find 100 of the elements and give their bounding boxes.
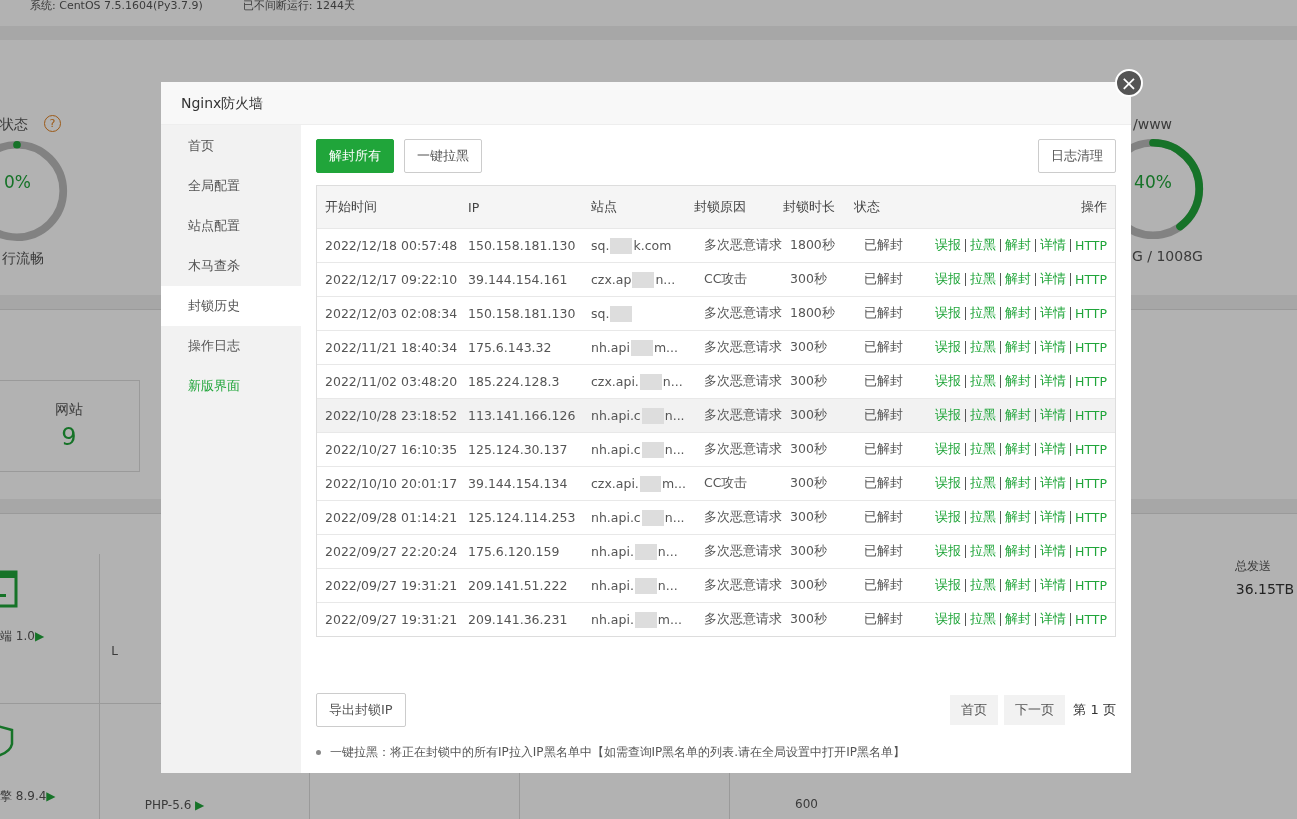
table-cell-text: CC攻击 — [703, 271, 749, 288]
site-text: czx.api. — [591, 476, 639, 491]
action-link[interactable]: 拉黑 — [970, 305, 996, 322]
table-cell-text: 已解封 — [863, 475, 904, 492]
action-link[interactable]: 拉黑 — [970, 509, 996, 526]
table-cell-text: 300秒 — [789, 441, 828, 458]
action-link[interactable]: 拉黑 — [970, 475, 996, 492]
action-link[interactable]: HTTP — [1075, 510, 1107, 525]
sidebar-item[interactable]: 封锁历史 — [161, 286, 301, 326]
clear-log-button[interactable]: 日志清理 — [1038, 139, 1116, 173]
table-cell-text: 2022/09/28 01:14:21 — [324, 510, 459, 525]
action-link[interactable]: HTTP — [1075, 578, 1107, 593]
action-link[interactable]: 解封 — [1005, 305, 1031, 322]
action-link[interactable]: 误报 — [935, 475, 961, 492]
action-link[interactable]: HTTP — [1075, 544, 1107, 559]
table-row[interactable]: 2022/09/28 01:14:21 125.124.114.253 nh.api.c n... 多次恶意请求 300秒 已解封 误报 拉黑 解封 详情 HTTP — [317, 500, 1115, 534]
table-cell-text: 300秒 — [789, 577, 828, 594]
action-link[interactable]: 拉黑 — [970, 543, 996, 560]
table-row[interactable]: 2022/10/10 20:01:17 39.144.154.134 czx.api. m... CC攻击 300秒 已解封 误报 拉黑 解封 详情 HTTP — [317, 466, 1115, 500]
table-row[interactable]: 2022/10/27 16:10:35 125.124.30.137 nh.api.c n... 多次恶意请求 300秒 已解封 误报 拉黑 解封 详情 HTTP — [317, 432, 1115, 466]
export-button[interactable]: 导出封锁IP — [316, 693, 406, 727]
action-link[interactable]: 拉黑 — [970, 271, 996, 288]
next-page-button[interactable]: 下一页 — [1004, 695, 1066, 725]
action-link[interactable]: 误报 — [935, 543, 961, 560]
table-row[interactable]: 2022/12/03 02:08:34 150.158.181.130 sq. 多次恶意请求 1800秒 已解封 误报 拉黑 解封 详情 HTTP — [317, 296, 1115, 330]
action-link[interactable]: 解封 — [1005, 339, 1031, 356]
sidebar-item[interactable]: 全局配置 — [161, 166, 301, 206]
action-link[interactable]: 详情 — [1040, 407, 1066, 424]
action-link[interactable]: 拉黑 — [970, 611, 996, 628]
action-link[interactable]: 解封 — [1005, 475, 1031, 492]
action-link[interactable]: 解封 — [1005, 509, 1031, 526]
sidebar-item[interactable]: 首页 — [161, 126, 301, 166]
action-link[interactable]: 详情 — [1040, 237, 1066, 254]
action-link[interactable]: 详情 — [1040, 441, 1066, 458]
table-row[interactable]: 2022/12/17 09:22:10 39.144.154.161 czx.ap n... CC攻击 300秒 已解封 误报 拉黑 解封 详情 HTTP — [317, 262, 1115, 296]
action-link[interactable]: HTTP — [1075, 612, 1107, 627]
action-link[interactable]: 拉黑 — [970, 237, 996, 254]
action-link[interactable]: 误报 — [935, 407, 961, 424]
action-link[interactable]: 误报 — [935, 271, 961, 288]
action-link[interactable]: 误报 — [935, 509, 961, 526]
note-text: 一键拉黑：将正在封锁中的所有IP拉入IP黑名单中【如需查询IP黑名单的列表.请在全局设置中打开IP黑名单】 — [330, 744, 905, 761]
action-link[interactable]: 解封 — [1005, 441, 1031, 458]
table-row[interactable]: 2022/11/21 18:40:34 175.6.143.32 nh.api m... 多次恶意请求 300秒 已解封 误报 拉黑 解封 详情 HTTP — [317, 330, 1115, 364]
action-link[interactable]: HTTP — [1075, 442, 1107, 457]
action-link[interactable]: 解封 — [1005, 373, 1031, 390]
action-link[interactable]: 拉黑 — [970, 339, 996, 356]
first-page-button[interactable]: 首页 — [950, 695, 999, 725]
action-link[interactable]: HTTP — [1075, 374, 1107, 389]
action-link[interactable]: 误报 — [935, 611, 961, 628]
action-link[interactable]: HTTP — [1075, 306, 1107, 321]
action-link[interactable]: 解封 — [1005, 237, 1031, 254]
action-link[interactable]: HTTP — [1075, 238, 1107, 253]
table-cell-text: 已解封 — [863, 509, 904, 526]
action-link[interactable]: 误报 — [935, 237, 961, 254]
sidebar-item[interactable]: 木马查杀 — [161, 246, 301, 286]
action-link[interactable]: 详情 — [1040, 577, 1066, 594]
table-row[interactable]: 2022/10/28 23:18:52 113.141.166.126 nh.api.c n... 多次恶意请求 300秒 已解封 误报 拉黑 解封 详情 HTTP — [317, 398, 1115, 432]
action-link[interactable]: 详情 — [1040, 339, 1066, 356]
action-link[interactable]: 误报 — [935, 577, 961, 594]
action-link[interactable]: 拉黑 — [970, 407, 996, 424]
action-link[interactable]: 详情 — [1040, 475, 1066, 492]
action-link[interactable]: 误报 — [935, 339, 961, 356]
action-link[interactable]: 解封 — [1005, 543, 1031, 560]
sidebar-item[interactable]: 站点配置 — [161, 206, 301, 246]
action-link[interactable]: 误报 — [935, 305, 961, 322]
action-link[interactable]: 误报 — [935, 441, 961, 458]
table-row[interactable]: 2022/09/27 22:20:24 175.6.120.159 nh.api. n... 多次恶意请求 300秒 已解封 误报 拉黑 解封 详情 HTTP — [317, 534, 1115, 568]
software-name[interactable]: L — [111, 644, 118, 658]
action-link[interactable]: HTTP — [1075, 408, 1107, 423]
gauge-label: /www — [1133, 116, 1173, 132]
action-link[interactable]: 拉黑 — [970, 441, 996, 458]
software-name[interactable]: 擎 8.9.4▶ — [0, 788, 56, 805]
table-row[interactable]: 2022/09/27 19:31:21 209.141.51.222 nh.api. n... 多次恶意请求 300秒 已解封 误报 拉黑 解封 详情 HTTP — [317, 568, 1115, 602]
table-row[interactable]: 2022/12/18 00:57:48 150.158.181.130 sq. k.com 多次恶意请求 1800秒 已解封 误报 拉黑 解封 详情 HTTP — [317, 228, 1115, 262]
action-link[interactable]: 解封 — [1005, 407, 1031, 424]
action-link[interactable]: 详情 — [1040, 305, 1066, 322]
unblock-all-button[interactable]: 解封所有 — [316, 139, 394, 173]
action-link[interactable]: HTTP — [1075, 272, 1107, 287]
action-link[interactable]: 详情 — [1040, 373, 1066, 390]
action-link[interactable]: HTTP — [1075, 476, 1107, 491]
action-link[interactable]: 详情 — [1040, 509, 1066, 526]
action-link[interactable]: 解封 — [1005, 611, 1031, 628]
software-name[interactable]: PHP-5.6 ▶ — [144, 798, 205, 812]
table-row[interactable]: 2022/09/27 19:31:21 209.141.36.231 nh.api. m... 多次恶意请求 300秒 已解封 误报 拉黑 解封 详情 HTTP — [317, 602, 1115, 636]
action-link[interactable]: 误报 — [935, 373, 961, 390]
software-name[interactable]: 端 1.0▶ — [0, 628, 45, 645]
action-link[interactable]: 详情 — [1040, 543, 1066, 560]
action-link[interactable]: HTTP — [1075, 340, 1107, 355]
action-link[interactable]: 拉黑 — [970, 577, 996, 594]
action-link[interactable]: 解封 — [1005, 271, 1031, 288]
action-link[interactable]: 拉黑 — [970, 373, 996, 390]
blacklist-button[interactable]: 一键拉黑 — [404, 139, 482, 173]
column-header: 封锁原因 — [693, 198, 747, 216]
action-link[interactable]: 详情 — [1040, 271, 1066, 288]
sidebar-item[interactable]: 操作日志 — [161, 326, 301, 366]
table-cell-text: 185.224.128.3 — [467, 374, 561, 389]
gauge-caption: G / 1008G — [1132, 248, 1203, 264]
sidebar-item[interactable]: 新版界面 — [161, 366, 301, 406]
action-link[interactable]: 解封 — [1005, 577, 1031, 594]
action-link[interactable]: 详情 — [1040, 611, 1066, 628]
